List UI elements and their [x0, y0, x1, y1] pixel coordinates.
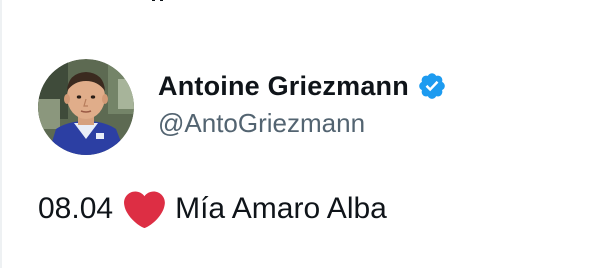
tweet-card: Antoine Griezmann @AntoGriezmann 08.04 M…: [0, 0, 605, 268]
tweet-text-name: Mía Amaro Alba: [175, 192, 387, 225]
child-portrait-avatar-icon: [38, 59, 134, 155]
tweet-text: 08.04 Mía Amaro Alba: [38, 188, 387, 230]
tweet-text-date: 08.04: [38, 192, 114, 225]
author-handle[interactable]: @AntoGriezmann: [158, 108, 365, 139]
verified-badge-icon: [419, 73, 445, 99]
red-heart-icon: [124, 191, 165, 228]
author-display-name[interactable]: Antoine Griezmann: [158, 71, 409, 102]
previous-content-edge: [144, 0, 234, 4]
clipped-glyph-edge: [152, 0, 163, 1]
author-name-row[interactable]: Antoine Griezmann: [158, 67, 447, 105]
avatar[interactable]: [38, 59, 134, 155]
